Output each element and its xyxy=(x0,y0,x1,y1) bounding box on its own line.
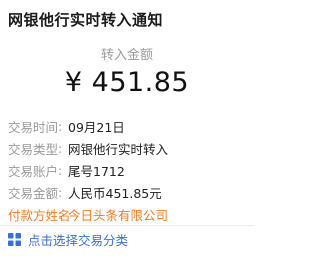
notification-card: 网银他行实时转入通知 转入金额 ¥ 451.85 交易时间 : 09月21日 交… xyxy=(0,0,254,256)
choose-category-link[interactable]: 点击选择交易分类 xyxy=(8,230,128,249)
detail-row-account: 交易账户 : 尾号1712 xyxy=(8,159,250,181)
amount-label: 转入金额 xyxy=(100,48,153,63)
detail-value: 人民币451.85元 xyxy=(68,185,162,201)
detail-label: 付款方姓名 xyxy=(8,207,71,223)
detail-separator: : xyxy=(58,184,63,200)
detail-separator: : xyxy=(58,140,63,156)
detail-separator: : xyxy=(58,206,63,222)
notification-title: 网银他行实时转入通知 xyxy=(8,11,164,29)
detail-value: 网银他行实时转入 xyxy=(68,141,169,157)
detail-value: 09月21日 xyxy=(68,119,125,135)
detail-row-amount: 交易金额 : 人民币451.85元 xyxy=(8,181,250,203)
detail-row-time: 交易时间 : 09月21日 xyxy=(8,115,250,137)
detail-separator: : xyxy=(58,162,63,178)
detail-row-type: 交易类型 : 网银他行实时转入 xyxy=(8,137,250,159)
grid-icon xyxy=(8,233,21,246)
detail-label: 交易类型 xyxy=(8,141,59,157)
detail-value: 今日头条有限公司 xyxy=(68,207,169,223)
detail-value: 尾号1712 xyxy=(68,163,125,179)
detail-label: 交易账户 xyxy=(8,163,59,179)
detail-label: 交易金额 xyxy=(8,185,59,201)
divider xyxy=(0,225,254,226)
detail-label: 交易时间 xyxy=(8,119,59,135)
details-list: 交易时间 : 09月21日 交易类型 : 网银他行实时转入 交易账户 : 尾号1… xyxy=(8,115,250,225)
detail-separator: : xyxy=(58,118,63,134)
amount-value: ¥ 451.85 xyxy=(64,67,190,98)
detail-row-payer: 付款方姓名 : 今日头条有限公司 xyxy=(8,203,250,225)
choose-category-label: 点击选择交易分类 xyxy=(28,233,129,248)
